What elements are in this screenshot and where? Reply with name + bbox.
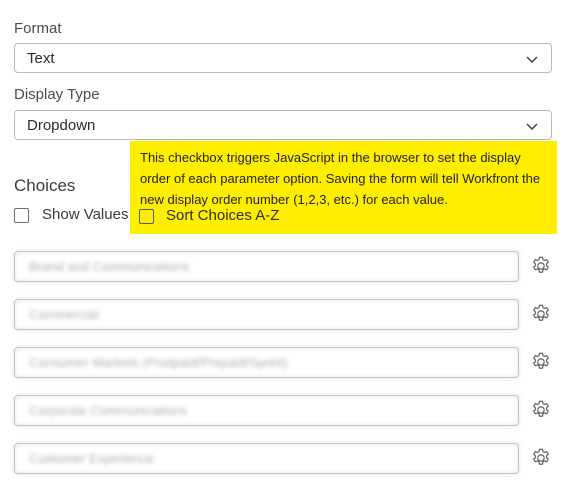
- choice-input[interactable]: Corporate Communications: [14, 395, 519, 426]
- sort-choices-label: Sort Choices A-Z: [166, 207, 280, 224]
- format-value: Text: [27, 49, 55, 67]
- display-type-select[interactable]: Dropdown: [14, 110, 552, 140]
- annotation-callout: This checkbox triggers JavaScript in the…: [130, 141, 557, 234]
- choice-row: Commercial: [14, 299, 569, 331]
- format-select[interactable]: Text: [14, 43, 552, 73]
- choice-row: Consumer Markets (Postpaid/Prepaid/Sprin…: [14, 347, 569, 379]
- choices-heading: Choices: [14, 176, 76, 195]
- gear-icon[interactable]: [530, 255, 552, 277]
- choice-row: Brand and Communications: [14, 251, 569, 283]
- gear-icon[interactable]: [530, 351, 552, 373]
- choice-input[interactable]: Brand and Communications: [14, 251, 519, 282]
- choice-input[interactable]: Customer Experience: [14, 443, 519, 474]
- display-type-value: Dropdown: [27, 116, 96, 134]
- gear-icon[interactable]: [530, 447, 552, 469]
- chevron-down-icon: [526, 56, 538, 64]
- display-type-label: Display Type: [14, 86, 100, 103]
- choice-row: Customer Experience: [14, 443, 569, 475]
- gear-icon[interactable]: [530, 399, 552, 421]
- show-values-label: Show Values: [42, 206, 129, 223]
- chevron-down-icon: [526, 123, 538, 131]
- choice-input[interactable]: Consumer Markets (Postpaid/Prepaid/Sprin…: [14, 347, 519, 378]
- choice-row: Corporate Communications: [14, 395, 569, 427]
- sort-choices-checkbox[interactable]: [139, 209, 154, 224]
- choice-input[interactable]: Commercial: [14, 299, 519, 330]
- callout-text: This checkbox triggers JavaScript in the…: [140, 150, 541, 207]
- show-values-checkbox[interactable]: [14, 208, 29, 223]
- gear-icon[interactable]: [530, 303, 552, 325]
- format-label: Format: [14, 20, 62, 37]
- custom-field-editor: Format Text Display Type Dropdown Choice…: [0, 0, 573, 480]
